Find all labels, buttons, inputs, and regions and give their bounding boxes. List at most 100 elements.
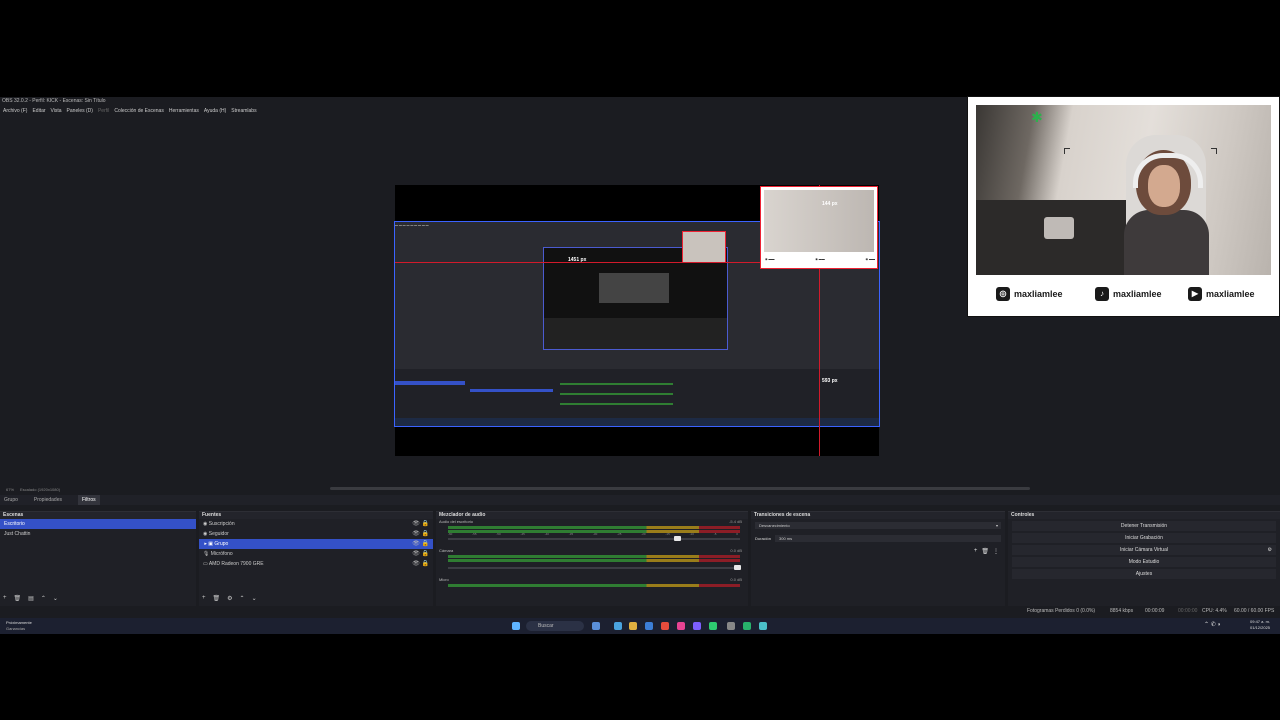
start-virtual-camera-button[interactable]: Iniciar Cámara Virtual ⚙	[1012, 545, 1276, 555]
source-item[interactable]: ▸ ▣ Grupo 👁 🔒	[199, 539, 433, 549]
nested-dock	[544, 318, 727, 349]
level-meter	[448, 526, 740, 529]
mixer-channel: Micro 0.0 dB	[436, 577, 748, 606]
trash-icon[interactable]: 🗑	[14, 595, 22, 602]
start-recording-button[interactable]: Iniciar Grabación	[1012, 533, 1276, 543]
webcam-overlay: ✱ ◎ maxliamlee ♪ maxliamlee ▶ maxliamlee	[967, 96, 1280, 317]
chevron-down-icon[interactable]: ⌄	[252, 595, 257, 602]
preview-scrollbar[interactable]	[330, 487, 1030, 490]
app-icon[interactable]	[614, 622, 622, 630]
chevron-up-icon[interactable]: ⌃	[240, 595, 245, 602]
tray-icons[interactable]: ⌃ ✆ ◗	[1204, 621, 1221, 628]
chevron-up-icon[interactable]: ⌃	[41, 595, 46, 602]
menu-editar[interactable]: Editar	[32, 107, 45, 116]
add-icon[interactable]: +	[3, 595, 7, 602]
menu-vista[interactable]: Vista	[51, 107, 62, 116]
duration-input[interactable]: 300 ms	[775, 535, 1001, 542]
menu-archivo[interactable]: Archivo (F)	[3, 107, 27, 116]
source-item[interactable]: ◉ Seguidor 👁 🔒	[199, 529, 433, 539]
duration-row: Duración 300 ms	[751, 532, 1005, 545]
tiktok-icon: ♪	[1095, 287, 1109, 301]
filters-button[interactable]: Filtros	[77, 495, 100, 505]
app-icon[interactable]	[759, 622, 767, 630]
more-icon[interactable]: ⋮	[993, 548, 999, 555]
eye-lock-icons[interactable]: 👁 🔒	[412, 529, 429, 539]
menu-perfil[interactable]: Perfil	[98, 107, 109, 116]
source-item[interactable]: ▭ AMD Radeon 7900 GRE 👁 🔒	[199, 559, 433, 569]
scene-item[interactable]: Just Chattin	[0, 529, 196, 539]
gear-icon[interactable]: ⚙	[1268, 545, 1272, 555]
eye-lock-icons[interactable]: 👁 🔒	[412, 519, 429, 529]
stop-stream-button[interactable]: Detener Transmisión	[1012, 521, 1276, 531]
start-icon[interactable]	[512, 622, 520, 630]
sources-footer: + 🗑 ⚙ ⌃ ⌄	[202, 595, 257, 602]
volume-knob[interactable]	[734, 565, 741, 570]
windows-taskbar: Próximamente Ganancias Buscar ⌃ ✆ ◗ 09:4…	[0, 618, 1280, 634]
preview-canvas[interactable]: ▬ ▬ ▬ ▬ ▬ ▬ ▬ ▬ ▬ ◉ ▬▬ ◉ ▬▬ ◉ ▬▬ 144 px …	[394, 185, 880, 456]
clock[interactable]: 09:47 a. m. 01/12/2025	[1250, 619, 1270, 631]
scene-item[interactable]: Escritorio	[0, 519, 196, 529]
trash-icon[interactable]: 🗑	[213, 595, 221, 602]
menu-streamlabs[interactable]: Streamlabs	[231, 107, 256, 116]
app-icon[interactable]	[592, 622, 600, 630]
source-item[interactable]: 🎙 Micrófono 👁 🔒	[199, 549, 433, 559]
source-label: Seguidor	[208, 531, 229, 537]
menu-coleccion[interactable]: Colección de Escenas	[114, 107, 163, 116]
app-icon[interactable]	[693, 622, 701, 630]
chevron-down-icon[interactable]: ⌄	[53, 595, 58, 602]
scale-mode[interactable]: Escalado (1920x1080)	[20, 487, 60, 492]
social-youtube: ▶ maxliamlee	[1188, 287, 1255, 301]
inner-meter-1	[560, 383, 673, 385]
channel-db: 0.0 dB	[730, 548, 742, 553]
app-icon[interactable]	[645, 622, 653, 630]
channel-name: Audio del escritorio	[439, 519, 474, 524]
menu-herramientas[interactable]: Herramientas	[169, 107, 199, 116]
eye-lock-icons[interactable]: 👁 🔒	[412, 559, 429, 569]
status-bar: Fotogramas Perdidos 0 (0.0%) 8854 kbps 0…	[0, 606, 1280, 616]
clock-date: 01/12/2025	[1250, 625, 1271, 630]
transition-select[interactable]: Desvanecimiento ▾	[755, 522, 1001, 529]
channel-db: -5.4 dB	[729, 519, 742, 524]
studio-mode-button[interactable]: Modo Estudio	[1012, 557, 1276, 567]
trash-icon[interactable]: 🗑	[981, 548, 989, 555]
transitions-dock: Transiciones de escena Desvanecimiento ▾ …	[751, 511, 1005, 606]
scenes-footer: + 🗑 ▤ ⌃ ⌄	[3, 595, 58, 602]
instagram-icon: ◎	[996, 287, 1010, 301]
volume-slider[interactable]	[448, 536, 740, 541]
mascot-icon: ✱	[1031, 109, 1043, 125]
properties-button[interactable]: Propiedades	[30, 495, 66, 505]
gear-icon[interactable]: ⚙	[227, 595, 232, 602]
youtube-icon: ▶	[1188, 287, 1202, 301]
app-icon[interactable]	[743, 622, 751, 630]
volume-slider[interactable]	[448, 565, 741, 570]
taskbar-search[interactable]: Buscar	[526, 621, 584, 631]
meter-ticks: -60 -55 -50 -45 -40 -35 -30 -25 -20 -15 -10 -5 0	[448, 532, 738, 536]
virtual-camera-label: Iniciar Cámara Virtual	[1120, 547, 1168, 553]
add-icon[interactable]: +	[974, 548, 978, 555]
inner-scene-selected	[395, 381, 465, 385]
app-icon[interactable]	[709, 622, 717, 630]
app-icon[interactable]	[629, 622, 637, 630]
weather-widget[interactable]: Próximamente Ganancias	[6, 620, 32, 632]
frame-corner	[1064, 148, 1070, 154]
source-item[interactable]: ◉ Suscripción 👁 🔒	[199, 519, 433, 529]
mixer-title: Mezclador de audio	[436, 512, 748, 519]
inner-meter-3	[560, 403, 673, 405]
eye-lock-icons[interactable]: 👁 🔒	[412, 549, 429, 559]
channel-name: Micro	[439, 577, 449, 582]
volume-knob[interactable]	[674, 536, 681, 541]
app-icon[interactable]	[661, 622, 669, 630]
add-icon[interactable]: +	[202, 595, 206, 602]
channel-db: 0.0 dB	[730, 577, 742, 582]
obs-icon[interactable]	[727, 622, 735, 630]
webcam-source-selected[interactable]: ◉ ▬▬ ◉ ▬▬ ◉ ▬▬	[760, 186, 878, 269]
app-icon[interactable]	[677, 622, 685, 630]
filter-icon[interactable]: ▤	[28, 595, 34, 602]
menu-paneles[interactable]: Paneles (D)	[67, 107, 93, 116]
menu-ayuda[interactable]: Ayuda (H)	[204, 107, 226, 116]
controls-dock: Controles Detener Transmisión Iniciar Gr…	[1008, 511, 1280, 606]
bitrate: 8854 kbps	[1110, 608, 1134, 614]
eye-lock-icons[interactable]: 👁 🔒	[412, 539, 429, 549]
zoom-level[interactable]: 67%	[6, 487, 14, 492]
settings-button[interactable]: Ajustes	[1012, 569, 1276, 579]
